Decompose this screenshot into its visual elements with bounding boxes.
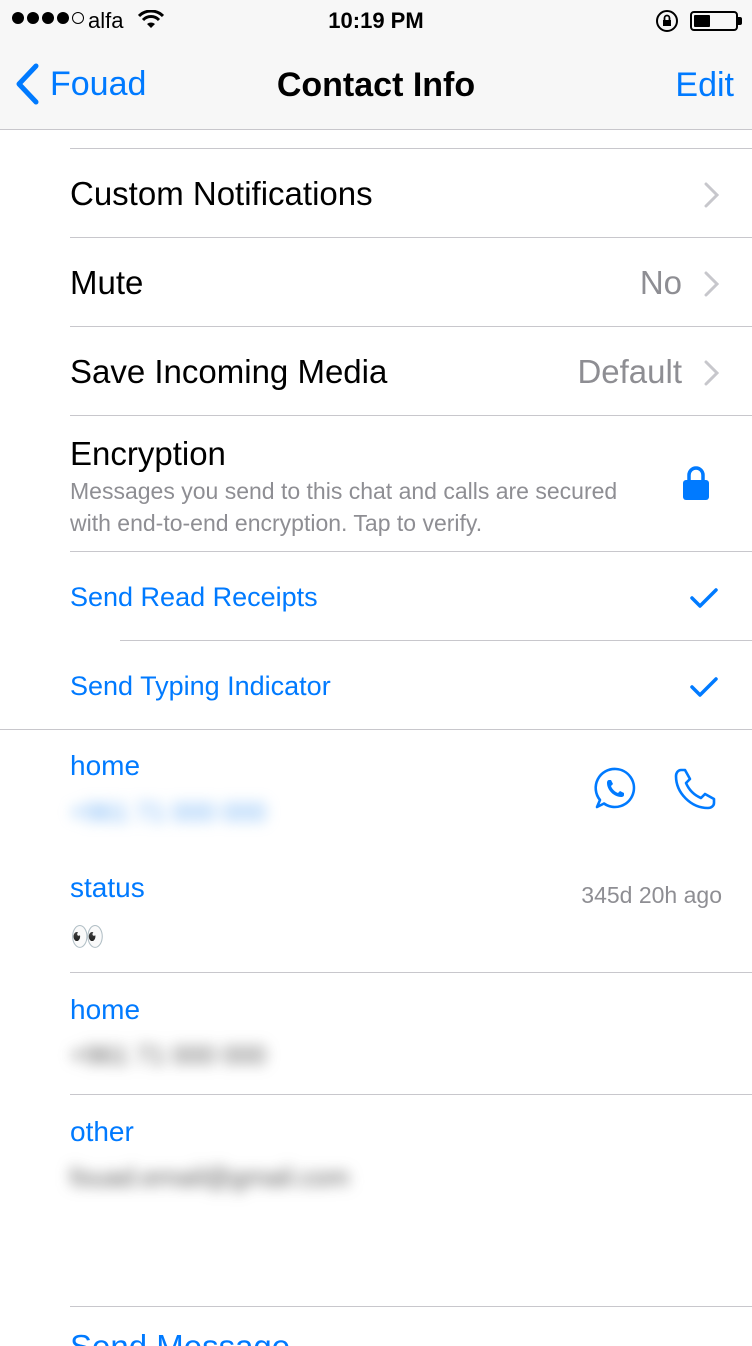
separator xyxy=(0,729,752,730)
status-time: 10:19 PM xyxy=(328,8,424,33)
separator xyxy=(70,1094,752,1095)
chevron-right-icon xyxy=(704,182,720,208)
whatsapp-icon[interactable] xyxy=(593,766,639,817)
checkmark-icon xyxy=(690,677,718,697)
navigation-bar: Fouad Contact Info Edit xyxy=(0,40,752,130)
phone-number: +961 71 000 000 xyxy=(70,1040,266,1070)
battery-tip xyxy=(738,17,742,25)
separator xyxy=(70,415,752,416)
separator xyxy=(70,551,752,552)
send-typing-indicator-label: Send Typing Indicator xyxy=(70,671,331,701)
encryption-description: Messages you send to this chat and calls… xyxy=(70,478,618,536)
phone-label: home xyxy=(70,994,141,1025)
save-incoming-media-label: Save Incoming Media xyxy=(70,353,388,390)
contact-info-list[interactable]: Custom Notifications Mute No Save Incomi… xyxy=(0,130,752,1346)
email-label: other xyxy=(70,1116,134,1147)
page-title: Contact Info xyxy=(276,66,476,104)
phone-icon[interactable] xyxy=(672,766,718,817)
separator xyxy=(120,640,752,641)
custom-notifications-label: Custom Notifications xyxy=(70,175,373,212)
lock-icon xyxy=(683,466,709,500)
status-label: status xyxy=(70,872,145,903)
save-incoming-media-value: Default xyxy=(577,353,682,390)
separator xyxy=(70,148,752,149)
mute-label: Mute xyxy=(70,264,144,301)
email-value: fouad.email@gmail.com xyxy=(70,1162,350,1192)
mute-value: No xyxy=(639,264,682,301)
separator xyxy=(70,326,752,327)
status-bar: alfa 10:19 PM xyxy=(0,0,752,40)
chevron-right-icon xyxy=(704,360,720,386)
edit-button[interactable]: Edit xyxy=(675,66,734,105)
chevron-right-icon xyxy=(704,271,720,297)
checkmark-icon xyxy=(690,588,718,608)
battery-icon xyxy=(690,11,738,31)
separator xyxy=(70,972,752,973)
send-read-receipts-label: Send Read Receipts xyxy=(70,582,318,612)
send-message-button[interactable]: Send Message xyxy=(70,1328,290,1346)
rotation-lock-icon xyxy=(655,9,679,39)
phone-label: home xyxy=(70,750,141,781)
encryption-title: Encryption xyxy=(70,435,226,472)
separator xyxy=(70,237,752,238)
status-time-ago: 345d 20h ago xyxy=(581,882,722,908)
phone-number: +961 71 000 000 xyxy=(70,797,266,827)
separator xyxy=(70,1306,752,1307)
status-emoji: 👀 xyxy=(70,921,105,952)
